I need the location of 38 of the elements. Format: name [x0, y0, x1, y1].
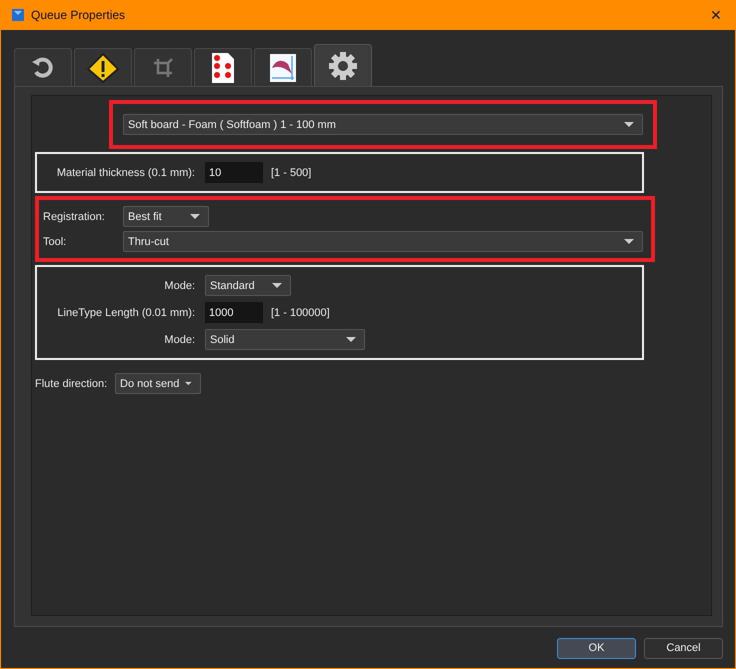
field-label: Registration:	[43, 210, 106, 224]
dropdown[interactable]: Standard	[205, 275, 291, 296]
crop-icon	[152, 56, 174, 78]
field-label: LineType Length (0.01 mm):	[56, 306, 195, 320]
dropdown[interactable]: Best fit	[123, 206, 209, 227]
tab[interactable]	[14, 48, 72, 86]
field-label: Mode:	[163, 332, 195, 346]
cancel-button[interactable]: Cancel	[644, 638, 723, 658]
dropdown[interactable]: Do not send	[115, 373, 201, 394]
number-field[interactable]: 10	[205, 162, 263, 183]
dropdown[interactable]: Solid	[205, 329, 365, 350]
caret-icon	[190, 214, 200, 219]
ok-button[interactable]: OK	[557, 638, 636, 658]
field-label: Material thickness (0.1 mm):	[56, 166, 195, 180]
close-button[interactable]: ✕	[701, 0, 731, 30]
tab[interactable]	[194, 48, 252, 86]
number-field[interactable]: 1000	[205, 302, 263, 323]
tab[interactable]	[314, 44, 372, 86]
field-label: Flute direction:	[35, 376, 108, 390]
caret-icon	[624, 122, 634, 127]
range-text: [1 - 100000]	[271, 306, 330, 318]
window-title: Queue Properties	[31, 8, 126, 22]
range-text: [1 - 500]	[271, 166, 312, 178]
warning-icon	[87, 52, 119, 82]
caret-icon	[272, 283, 282, 288]
tab[interactable]	[74, 48, 132, 86]
caret-icon	[624, 239, 634, 244]
app-icon	[11, 8, 25, 22]
tab[interactable]	[254, 48, 312, 86]
field-label: Mode:	[163, 278, 195, 292]
gear-icon	[328, 50, 358, 80]
dropdown[interactable]: Soft board - Foam ( Softfoam ) 1 - 100 mm	[123, 114, 643, 135]
document-icon	[211, 52, 235, 84]
field-label: Tool:	[43, 234, 68, 248]
dropdown[interactable]: Thru-cut	[123, 231, 643, 252]
caret-icon	[185, 381, 192, 386]
caret-icon	[346, 337, 356, 342]
graph-icon	[270, 54, 296, 82]
